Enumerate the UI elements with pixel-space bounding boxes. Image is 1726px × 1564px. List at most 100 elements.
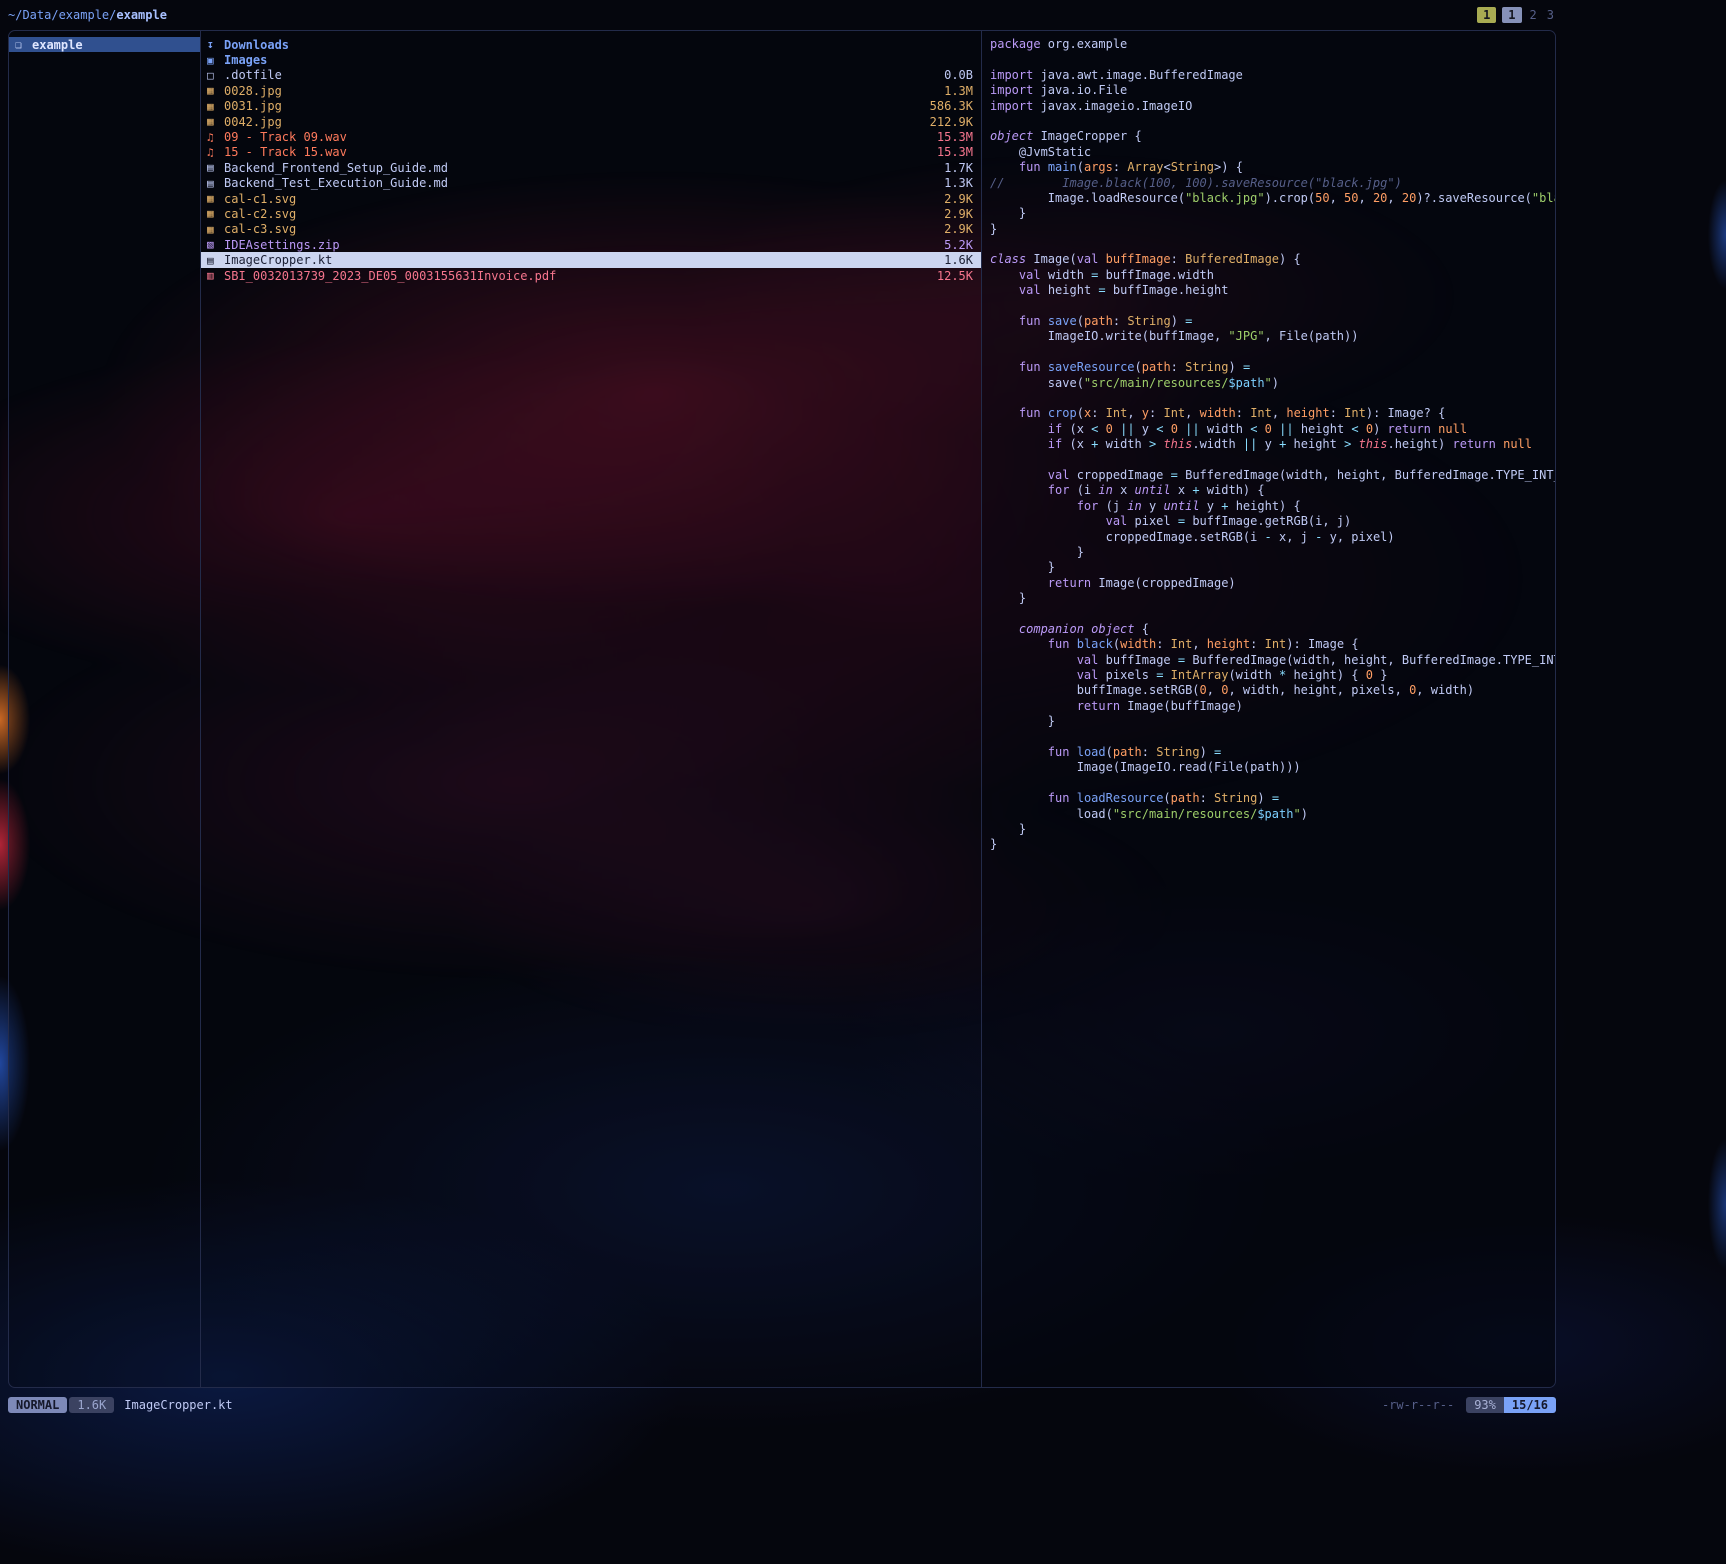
code-line: import java.io.File [990, 83, 1555, 98]
code-line: for (i in x until x + width) { [990, 483, 1555, 498]
code-line: } [990, 714, 1555, 729]
preview-pane[interactable]: package org.example import java.awt.imag… [981, 31, 1555, 1387]
tab-1[interactable]: 1 [1502, 7, 1521, 23]
file-size: 15.3M [937, 145, 973, 159]
file-row[interactable]: ▦0031.jpg586.3K [201, 99, 981, 114]
file-name: 0028.jpg [224, 84, 936, 98]
code-line: fun crop(x: Int, y: Int, width: Int, hei… [990, 406, 1555, 421]
code-line: // Image.black(100, 100).saveResource("b… [990, 176, 1555, 191]
file-row[interactable]: ▤Backend_Frontend_Setup_Guide.md 1.7K [201, 160, 981, 175]
code-line: fun save(path: String) = [990, 314, 1555, 329]
file-name: Images [224, 53, 965, 67]
code-line: fun main(args: Array<String>) { [990, 160, 1555, 175]
statusbar: NORMAL 1.6K ImageCropper.kt -rw-r--r-- 9… [8, 1396, 1556, 1414]
file-row[interactable]: ▦cal-c3.svg2.9K [201, 222, 981, 237]
file-name: cal-c1.svg [224, 192, 936, 206]
file-name: IDEAsettings.zip [224, 238, 936, 252]
code-line: return Image(croppedImage) [990, 576, 1555, 591]
parent-dir-label: example [32, 38, 194, 52]
file-row[interactable]: □.dotfile0.0B [201, 68, 981, 83]
breadcrumb: ~/Data/example/example [8, 8, 167, 22]
code-line: import javax.imageio.ImageIO [990, 99, 1555, 114]
code-line: val pixels = IntArray(width * height) { … [990, 668, 1555, 683]
code-line [990, 237, 1555, 252]
audio-file-icon: ♫ [207, 131, 224, 144]
audio-file-icon: ♫ [207, 146, 224, 159]
scroll-percent-badge: 93% [1466, 1397, 1504, 1413]
file-row[interactable]: ▤Backend_Test_Execution_Guide.md1.3K [201, 176, 981, 191]
tab-bar: 1123 [1477, 7, 1556, 23]
code-line: } [990, 545, 1555, 560]
pdf-file-icon: ▥ [207, 269, 224, 282]
parent-dir-item[interactable]: ❏example [9, 37, 200, 52]
file-row[interactable]: ▦0028.jpg 1.3M [201, 83, 981, 98]
code-line: } [990, 560, 1555, 575]
images-folder-icon: ▣ [207, 54, 224, 67]
code-line: import java.awt.image.BufferedImage [990, 68, 1555, 83]
tab-2[interactable]: 2 [1528, 7, 1539, 23]
file-size: 5.2K [944, 238, 973, 252]
download-folder-icon: ↧ [207, 38, 224, 51]
file-name: 09 - Track 09.wav [224, 130, 929, 144]
file-row[interactable]: ▣Images [201, 52, 981, 67]
file-name: 15 - Track 15.wav [224, 145, 929, 159]
code-line [990, 345, 1555, 360]
image-file-icon: ▦ [207, 115, 224, 128]
code-line: object ImageCropper { [990, 129, 1555, 144]
code-view: package org.example import java.awt.imag… [990, 37, 1555, 853]
code-line: if (x < 0 || y < 0 || width < 0 || heigh… [990, 422, 1555, 437]
topbar: ~/Data/example/example 1123 [8, 4, 1556, 26]
code-line: val buffImage = BufferedImage(width, hei… [990, 653, 1555, 668]
file-size: 1.3M [944, 84, 973, 98]
code-line: return Image(buffImage) [990, 699, 1555, 714]
file-manager: ❏example ↧Downloads▣Images□.dotfile0.0B▦… [8, 30, 1556, 1388]
code-line: package org.example [990, 37, 1555, 52]
file-row[interactable]: ↧Downloads [201, 37, 981, 52]
file-row[interactable]: ▥SBI_0032013739_2023_DE05_0003155631Invo… [201, 268, 981, 283]
code-line: fun saveResource(path: String) = [990, 360, 1555, 375]
folder-icon: ❏ [15, 38, 32, 51]
file-size: 2.9K [944, 192, 973, 206]
file-size: 212.9K [930, 115, 973, 129]
file-name: 0031.jpg [224, 99, 922, 113]
statusbar-left: NORMAL 1.6K ImageCropper.kt [8, 1397, 233, 1413]
tab-3[interactable]: 3 [1545, 7, 1556, 23]
code-line: fun loadResource(path: String) = [990, 791, 1555, 806]
markdown-file-icon: ▤ [207, 161, 224, 174]
file-size: 15.3M [937, 130, 973, 144]
code-line [990, 391, 1555, 406]
file-row[interactable]: ▦cal-c2.svg2.9K [201, 206, 981, 221]
file-row[interactable]: ▧IDEAsettings.zip 5.2K [201, 237, 981, 252]
image-file-icon: ▦ [207, 84, 224, 97]
code-line [990, 114, 1555, 129]
file-permissions: -rw-r--r-- [1382, 1398, 1454, 1412]
file-row[interactable]: ♫15 - Track 15.wav 15.3M [201, 145, 981, 160]
file-name: .dotfile [224, 68, 936, 82]
code-line: } [990, 837, 1555, 852]
file-list[interactable]: ↧Downloads▣Images□.dotfile0.0B▦0028.jpg1… [201, 31, 981, 1387]
code-line: fun load(path: String) = [990, 745, 1555, 760]
file-size: 1.6K [944, 253, 973, 267]
image-file-icon: ▦ [207, 207, 224, 220]
file-size: 1.7K [944, 161, 973, 175]
code-line: if (x + width > this.width || y + height… [990, 437, 1555, 452]
code-line: save("src/main/resources/$path") [990, 376, 1555, 391]
code-line: buffImage.setRGB(0, 0, width, height, pi… [990, 683, 1555, 698]
file-row[interactable]: ▤ImageCropper.kt1.6K [201, 252, 981, 267]
file-size: 2.9K [944, 222, 973, 236]
file-row[interactable]: ♫09 - Track 09.wav 15.3M [201, 129, 981, 144]
statusbar-filename: ImageCropper.kt [124, 1398, 232, 1412]
file-name: Downloads [224, 38, 965, 52]
statusbar-right: -rw-r--r-- 93% 15/16 [1382, 1397, 1556, 1413]
file-size: 1.3K [944, 176, 973, 190]
file-name: Backend_Frontend_Setup_Guide.md [224, 161, 936, 175]
tab-1[interactable]: 1 [1477, 7, 1496, 23]
image-file-icon: ▦ [207, 223, 224, 236]
code-line: val height = buffImage.height [990, 283, 1555, 298]
file-name: cal-c2.svg [224, 207, 936, 221]
file-size: 12.5K [937, 269, 973, 283]
archive-file-icon: ▧ [207, 238, 224, 251]
parent-pane[interactable]: ❏example [9, 31, 201, 1387]
file-row[interactable]: ▦cal-c1.svg2.9K [201, 191, 981, 206]
file-row[interactable]: ▦0042.jpg212.9K [201, 114, 981, 129]
